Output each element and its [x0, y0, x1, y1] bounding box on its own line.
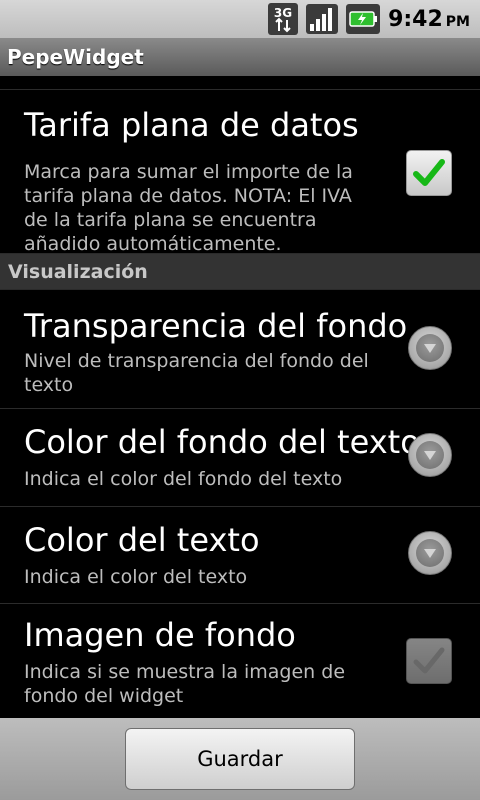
pref-text-color-summary: Indica el color del texto [24, 566, 248, 588]
bottom-button-bar: Guardar [0, 718, 480, 800]
pref-bg-image-title: Imagen de fondo [24, 616, 296, 654]
app-title-bar: PepeWidget [0, 38, 480, 76]
svg-text:3G: 3G [274, 6, 292, 20]
checkmark-icon [413, 647, 445, 674]
pref-bg-color-title: Color del fondo del texto [24, 423, 420, 461]
pref-bg-image[interactable]: Imagen de fondo Indica si se muestra la … [0, 604, 480, 718]
pref-transparency-title: Transparencia del fondo [24, 307, 408, 345]
status-bar: 3G 9:42 PM [0, 0, 480, 38]
clock-time: 9:42 [388, 6, 443, 32]
signal-strength-icon [306, 4, 339, 34]
transparency-dropdown-icon[interactable] [408, 326, 452, 370]
pref-text-color-title: Color del texto [24, 521, 260, 559]
clock-ampm: PM [445, 13, 470, 30]
3g-data-icon: 3G [268, 3, 299, 35]
save-button[interactable]: Guardar [125, 728, 355, 790]
app-title: PepeWidget [7, 45, 144, 69]
text-color-dropdown-icon[interactable] [408, 531, 452, 575]
checkmark-icon [413, 159, 445, 186]
bg-color-dropdown-icon[interactable] [408, 433, 452, 477]
pref-data-plan-summary: Marca para sumar el importe de la tarifa… [24, 161, 353, 255]
pref-transparency-summary: Nivel de transparencia del fondo del tex… [24, 350, 369, 396]
category-title: Visualización [8, 260, 148, 283]
pref-bg-color-summary: Indica el color del fondo del texto [24, 468, 343, 490]
clock: 9:42 PM [388, 7, 470, 32]
battery-charging-icon [346, 4, 381, 34]
pref-data-plan[interactable]: Tarifa plana de datos Marca para sumar e… [0, 89, 480, 255]
pref-bg-image-summary: Indica si se muestra la imagen de fondo … [24, 661, 346, 707]
category-header-visualizacion: Visualización [0, 254, 480, 290]
pref-text-color[interactable]: Color del texto Indica el color del text… [0, 507, 480, 604]
bg-image-checkbox[interactable] [406, 638, 452, 684]
pref-data-plan-title: Tarifa plana de datos [24, 106, 359, 144]
data-plan-checkbox[interactable] [406, 150, 452, 196]
pref-bg-color[interactable]: Color del fondo del texto Indica el colo… [0, 409, 480, 507]
pref-transparency[interactable]: Transparencia del fondo Nivel de transpa… [0, 291, 480, 409]
preference-list[interactable]: Tarifa plana de datos Marca para sumar e… [0, 76, 480, 718]
